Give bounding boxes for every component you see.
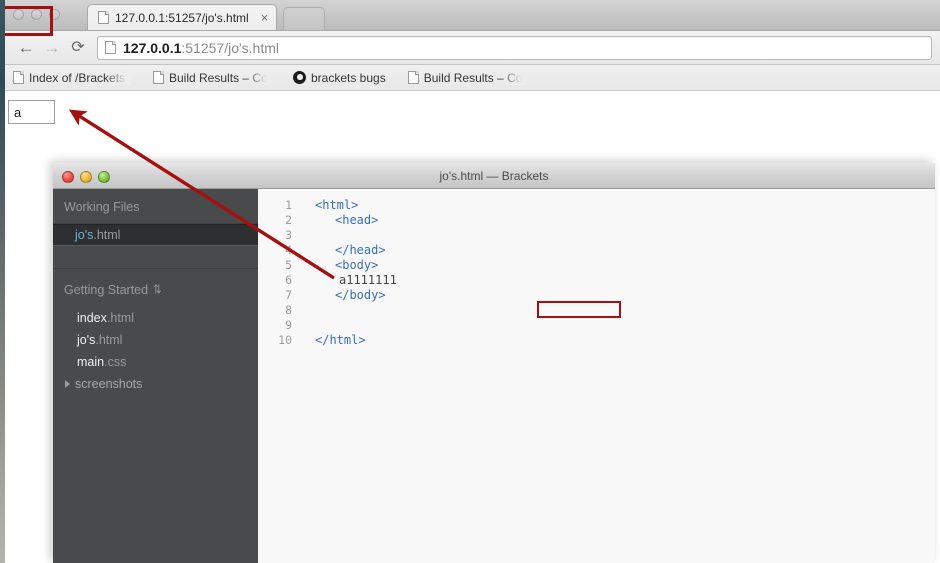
address-bar-text: 127.0.0.1:51257/jo's.html xyxy=(123,40,279,56)
brackets-window-title: jo's.html — Brackets xyxy=(439,169,549,183)
browser-tab-active[interactable]: 127.0.0.1:51257/jo's.html × xyxy=(87,4,278,30)
project-name: Getting Started xyxy=(64,283,149,297)
code-line: 2 <head> xyxy=(258,213,935,228)
tree-item-label: index.html xyxy=(77,311,134,325)
code-lines: 1 <html> 2 <head> 3 4 </head> 5 <body> 6… xyxy=(258,189,935,348)
brackets-zoom-button[interactable] xyxy=(98,171,110,183)
page-icon xyxy=(13,71,24,84)
tree-item-jos-html[interactable]: jo's.html xyxy=(53,329,258,351)
tree-item-screenshots-folder[interactable]: screenshots xyxy=(53,373,258,395)
line-content: </body> xyxy=(335,288,386,302)
bookmarks-bar: Index of /Brackets_B Build Results – Cod… xyxy=(5,65,940,91)
sort-toggle-icon[interactable]: ⇅ xyxy=(153,284,161,297)
brackets-close-button[interactable] xyxy=(62,171,74,183)
browser-navigation-bar: ← → ⟳ 127.0.0.1:51257/jo's.html xyxy=(5,31,940,65)
page-text-input[interactable]: a xyxy=(8,100,55,124)
brackets-window-controls[interactable] xyxy=(62,171,110,183)
line-number: 8 xyxy=(285,303,292,317)
address-bar[interactable]: 127.0.0.1:51257/jo's.html xyxy=(97,35,932,60)
working-files-list: jo's.html xyxy=(53,223,268,269)
line-number: 3 xyxy=(285,228,292,242)
bookmark-fade xyxy=(245,70,271,85)
code-line: 6 a1111111 xyxy=(258,273,935,288)
page-icon xyxy=(153,71,164,84)
annotation-highlight-code xyxy=(537,301,621,318)
line-number: 1 xyxy=(285,198,292,212)
reload-icon[interactable]: ⟳ xyxy=(65,35,91,61)
line-content: <html> xyxy=(315,198,359,212)
brackets-sidebar: Working Files jo's.html Getting Started … xyxy=(53,189,268,563)
bookmark-item[interactable]: Build Results – Code xyxy=(153,70,271,85)
desktop-background-strip xyxy=(0,0,5,563)
browser-minimize-button[interactable] xyxy=(31,9,42,20)
code-line: 10 </html> xyxy=(258,333,935,348)
bookmark-label: brackets bugs xyxy=(311,70,386,85)
page-icon xyxy=(407,71,419,84)
page-icon xyxy=(98,11,109,24)
bookmark-fade xyxy=(499,70,526,85)
browser-tab-title: 127.0.0.1:51257/jo's.html xyxy=(115,10,249,25)
github-icon xyxy=(293,71,306,84)
brackets-title-bar: jo's.html — Brackets xyxy=(53,163,935,189)
screenshot-root: 127.0.0.1:51257/jo's.html × ← → ⟳ 127.0.… xyxy=(0,0,940,563)
browser-zoom-button[interactable] xyxy=(49,9,60,20)
bookmark-item[interactable]: Index of /Brackets_B xyxy=(13,70,131,85)
working-file-label: jo's.html xyxy=(75,228,121,242)
address-path: :51257/jo's.html xyxy=(181,39,280,56)
line-number: 2 xyxy=(285,213,292,227)
back-icon[interactable]: ← xyxy=(13,35,39,61)
page-icon xyxy=(105,41,116,54)
line-number: 4 xyxy=(285,243,292,257)
tree-item-index-html[interactable]: index.html xyxy=(53,307,258,329)
line-content: </html> xyxy=(315,333,366,347)
bookmark-fade xyxy=(105,70,131,85)
close-icon[interactable]: × xyxy=(261,11,269,24)
code-line: 1 <html> xyxy=(258,198,935,213)
browser-window-controls[interactable] xyxy=(13,9,60,20)
line-number: 5 xyxy=(285,258,292,272)
chevron-right-icon[interactable] xyxy=(65,380,70,388)
tree-item-label: jo's.html xyxy=(77,333,123,347)
tree-item-label: screenshots xyxy=(75,377,143,391)
code-line: 3 xyxy=(258,228,935,243)
brackets-body: Working Files jo's.html Getting Started … xyxy=(53,189,935,563)
code-line: 5 <body> xyxy=(258,258,935,273)
browser-close-button[interactable] xyxy=(13,9,24,20)
bookmark-item[interactable]: Build Results – Code xyxy=(407,70,526,85)
working-files-header: Working Files xyxy=(64,200,140,214)
new-tab-button[interactable] xyxy=(283,7,325,30)
line-content: <head> xyxy=(335,213,379,227)
brackets-code-editor[interactable]: 1 <html> 2 <head> 3 4 </head> 5 <body> 6… xyxy=(258,189,935,563)
brackets-minimize-button[interactable] xyxy=(80,171,92,183)
tree-item-label: main.css xyxy=(77,355,127,369)
line-number: 9 xyxy=(285,318,292,332)
working-files-spacer xyxy=(53,246,258,269)
working-file-item-jos-html[interactable]: jo's.html xyxy=(53,224,268,246)
line-content: </head> xyxy=(335,243,386,257)
tree-item-main-css[interactable]: main.css xyxy=(53,351,258,373)
forward-icon[interactable]: → xyxy=(39,35,65,61)
code-line: 4 </head> xyxy=(258,243,935,258)
code-line: 9 xyxy=(258,318,935,333)
address-host: 127.0.0.1 xyxy=(123,39,182,56)
project-file-tree: index.html jo's.html main.css screenshot… xyxy=(53,307,258,395)
brackets-window: jo's.html — Brackets Working Files jo's.… xyxy=(53,163,935,563)
line-content: a1111111 xyxy=(339,273,397,287)
project-header[interactable]: Getting Started ⇅ xyxy=(53,269,258,307)
line-number: 7 xyxy=(285,288,292,302)
bookmark-item[interactable]: brackets bugs xyxy=(293,71,386,85)
browser-tab-strip: 127.0.0.1:51257/jo's.html × xyxy=(5,0,940,31)
line-number: 10 xyxy=(278,333,292,347)
line-number: 6 xyxy=(285,273,292,287)
line-content: <body> xyxy=(335,258,379,272)
